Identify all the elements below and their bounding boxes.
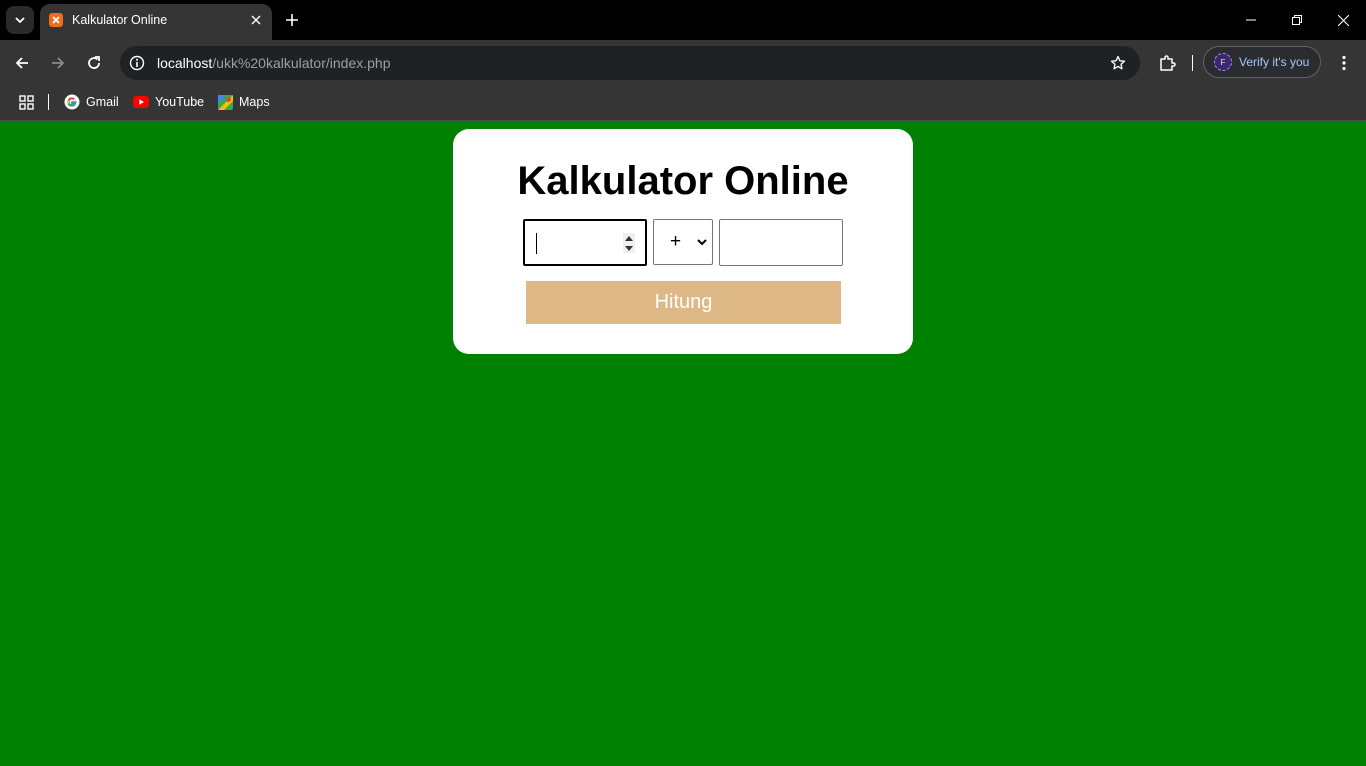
close-window-button[interactable] bbox=[1320, 0, 1366, 40]
url-host: localhost bbox=[157, 55, 213, 71]
extensions-button[interactable] bbox=[1153, 49, 1181, 77]
spin-up-icon[interactable] bbox=[625, 235, 633, 241]
forward-button[interactable] bbox=[44, 49, 72, 77]
minimize-button[interactable] bbox=[1228, 0, 1274, 40]
restore-button[interactable] bbox=[1274, 0, 1320, 40]
xampp-favicon-icon bbox=[49, 13, 63, 27]
arrow-right-icon bbox=[52, 57, 65, 69]
reload-button[interactable] bbox=[80, 49, 108, 77]
profile-label: Verify it's you bbox=[1239, 55, 1310, 69]
chevron-down-icon bbox=[15, 17, 25, 24]
bookmark-label: YouTube bbox=[155, 95, 205, 109]
bookmarks-bar: Gmail YouTube Maps bbox=[0, 86, 1366, 121]
restore-icon bbox=[1292, 15, 1302, 25]
maps-icon bbox=[218, 94, 233, 110]
number1-input[interactable] bbox=[523, 219, 647, 266]
site-info-button[interactable] bbox=[126, 52, 148, 74]
bookmark-gmail[interactable]: Gmail bbox=[64, 92, 119, 112]
profile-button[interactable]: F Verify it's you bbox=[1203, 46, 1321, 78]
tab-title: Kalkulator Online bbox=[72, 13, 168, 27]
apps-button[interactable] bbox=[16, 92, 36, 112]
more-vert-icon bbox=[1342, 55, 1346, 71]
bookmark-label: Gmail bbox=[86, 95, 119, 109]
youtube-icon bbox=[133, 96, 149, 108]
bookmark-youtube[interactable]: YouTube bbox=[133, 92, 204, 112]
operator-selected-value: + bbox=[670, 231, 682, 252]
back-button[interactable] bbox=[8, 49, 36, 77]
tab-search-button[interactable] bbox=[6, 6, 34, 34]
arrow-left-icon bbox=[15, 57, 28, 69]
browser-toolbar: localhost/ukk%20kalkulator/index.php F V… bbox=[0, 40, 1366, 86]
close-icon bbox=[251, 15, 261, 25]
apps-grid-icon bbox=[18, 94, 34, 110]
gmail-icon bbox=[64, 94, 80, 110]
browser-tab[interactable]: Kalkulator Online bbox=[40, 4, 272, 40]
url-path: /ukk%20kalkulator/index.php bbox=[212, 55, 391, 71]
new-tab-button[interactable] bbox=[280, 8, 304, 32]
bookmark-label: Maps bbox=[239, 95, 270, 109]
chevron-down-icon bbox=[697, 239, 707, 246]
close-icon bbox=[1337, 14, 1349, 26]
calculator-card: Kalkulator Online + Hitung bbox=[453, 129, 913, 354]
toolbar-divider bbox=[1192, 55, 1193, 71]
reload-icon bbox=[88, 56, 100, 69]
url-text: localhost/ukk%20kalkulator/index.php bbox=[157, 55, 391, 71]
minimize-icon bbox=[1246, 19, 1256, 21]
page-title: Kalkulator Online bbox=[517, 159, 849, 203]
avatar: F bbox=[1214, 53, 1232, 71]
hitung-button[interactable]: Hitung bbox=[526, 281, 841, 324]
text-caret bbox=[536, 233, 537, 254]
browser-titlebar: Kalkulator Online bbox=[0, 0, 1366, 40]
number-spinner[interactable] bbox=[623, 233, 635, 253]
tab-close-button[interactable] bbox=[248, 12, 264, 28]
spin-down-icon[interactable] bbox=[625, 245, 633, 251]
browser-menu-button[interactable] bbox=[1332, 49, 1356, 77]
bookmark-star-button[interactable] bbox=[1108, 53, 1128, 73]
bookmark-maps[interactable]: Maps bbox=[218, 92, 270, 112]
star-icon bbox=[1110, 55, 1126, 70]
info-icon bbox=[129, 55, 145, 71]
puzzle-icon bbox=[1160, 55, 1176, 71]
plus-icon bbox=[286, 14, 298, 26]
operator-select[interactable]: + bbox=[653, 219, 713, 265]
address-bar[interactable]: localhost/ukk%20kalkulator/index.php bbox=[120, 46, 1140, 80]
bookmarks-divider bbox=[48, 94, 49, 110]
number2-input[interactable] bbox=[719, 219, 843, 266]
